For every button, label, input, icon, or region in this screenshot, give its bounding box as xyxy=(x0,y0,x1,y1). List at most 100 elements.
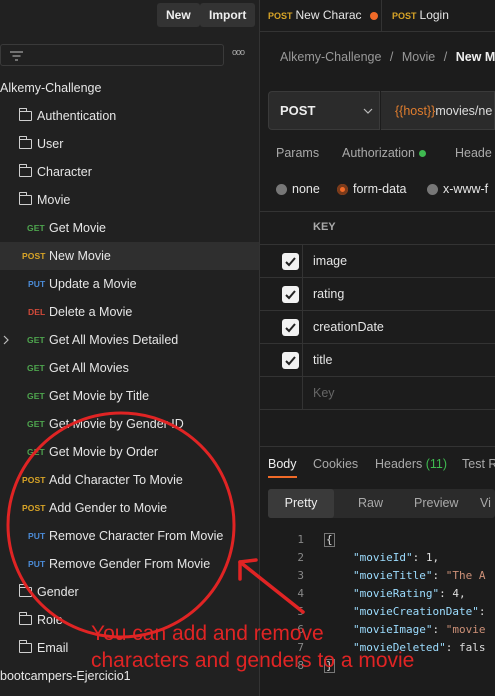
search-input[interactable] xyxy=(0,44,224,66)
method-badge: GET xyxy=(27,391,45,401)
tab-headers[interactable]: Heade xyxy=(455,146,492,160)
radio-label: form-data xyxy=(353,182,407,196)
view-visualize[interactable]: Vi xyxy=(480,489,491,518)
tab-params[interactable]: Params xyxy=(276,146,319,160)
tab-new-character[interactable]: POST New Charac xyxy=(268,0,378,31)
folder-movie[interactable]: Movie xyxy=(0,186,259,214)
folder-label: Role xyxy=(37,613,63,627)
method-badge: PUT xyxy=(28,531,46,541)
breadcrumb-collection[interactable]: Alkemy-Challenge xyxy=(280,50,381,64)
checkbox-checked[interactable] xyxy=(282,253,299,270)
view-raw[interactable]: Raw xyxy=(358,489,383,518)
checkbox-checked[interactable] xyxy=(282,319,299,336)
tab-authorization[interactable]: Authorization xyxy=(342,146,426,160)
request-label: Get All Movies xyxy=(49,361,129,375)
collection-alkemy-challenge[interactable]: Alkemy-Challenge xyxy=(0,74,259,102)
request-label: Add Gender to Movie xyxy=(49,501,168,515)
breadcrumb-separator: / xyxy=(443,50,448,64)
folder-gender[interactable]: Gender xyxy=(0,578,259,606)
checkbox-checked[interactable] xyxy=(282,352,299,369)
request-get-movie-by-title[interactable]: GET Get Movie by Title xyxy=(0,382,259,410)
request-update-movie[interactable]: PUT Update a Movie xyxy=(0,270,259,298)
request-label: Add Character To Movie xyxy=(49,473,183,487)
chevron-down-icon xyxy=(363,102,373,125)
request-label: Update a Movie xyxy=(49,277,137,291)
method-badge: POST xyxy=(22,503,46,513)
folder-label: Authentication xyxy=(37,109,117,123)
code-line: 3 "movieTitle": "The A xyxy=(297,569,486,582)
request-new-movie[interactable]: POST New Movie xyxy=(0,242,259,270)
sidebar: New Import ooo Alkemy-Challenge Authenti… xyxy=(0,0,260,696)
method-badge: POST xyxy=(22,251,46,261)
request-remove-character-from-movie[interactable]: PUT Remove Character From Movie xyxy=(0,522,259,550)
request-label: New Movie xyxy=(49,249,111,263)
request-get-all-movies-detailed[interactable]: GET Get All Movies Detailed xyxy=(0,326,259,354)
method-select[interactable]: POST xyxy=(268,91,380,130)
request-get-movie[interactable]: GET Get Movie xyxy=(0,214,259,242)
breadcrumb-request: New M xyxy=(455,50,495,64)
folder-icon xyxy=(18,640,32,653)
form-row: image xyxy=(260,245,495,277)
tab-cookies[interactable]: Cookies xyxy=(313,457,358,471)
method-badge: GET xyxy=(27,335,45,345)
folder-character[interactable]: Character xyxy=(0,158,259,186)
folder-icon xyxy=(18,164,32,177)
folder-authentication[interactable]: Authentication xyxy=(0,102,259,130)
radio-x-www-form[interactable]: x-www-f xyxy=(427,182,488,196)
folder-icon xyxy=(18,612,32,625)
request-get-movie-by-order[interactable]: GET Get Movie by Order xyxy=(0,438,259,466)
import-button[interactable]: Import xyxy=(200,3,256,27)
headers-count: (11) xyxy=(425,457,448,471)
tab-label: New Charac xyxy=(295,8,362,22)
request-remove-gender-from-movie[interactable]: PUT Remove Gender From Movie xyxy=(0,550,259,578)
request-add-character-to-movie[interactable]: POST Add Character To Movie xyxy=(0,466,259,494)
view-pretty[interactable]: Pretty xyxy=(268,489,334,518)
request-label: Get Movie by Title xyxy=(49,389,150,403)
tab-login[interactable]: POST Login xyxy=(392,0,449,31)
collection-name: Alkemy-Challenge xyxy=(0,81,102,95)
method-badge: PUT xyxy=(28,279,46,289)
folder-icon xyxy=(18,108,32,121)
more-options-icon[interactable]: ooo xyxy=(232,47,245,57)
breadcrumb-folder[interactable]: Movie xyxy=(402,50,435,64)
request-get-all-movies[interactable]: GET Get All Movies xyxy=(0,354,259,382)
folder-user[interactable]: User xyxy=(0,130,259,158)
form-key[interactable]: creationDate xyxy=(313,320,384,334)
code-line: 5 "movieCreationDate": xyxy=(297,605,486,618)
breadcrumb-separator: / xyxy=(389,50,394,64)
code-line: 4 "movieRating": 4, xyxy=(297,587,466,600)
radio-none[interactable]: none xyxy=(276,182,320,196)
form-row-empty: Key xyxy=(260,377,495,409)
tab-test-results[interactable]: Test R xyxy=(462,457,495,471)
annotation-line-2: characters and genders to a movie xyxy=(91,649,415,672)
url-input[interactable]: {{host}}movies/ne xyxy=(381,91,495,130)
view-preview[interactable]: Preview xyxy=(414,489,458,518)
method-badge: GET xyxy=(27,363,45,373)
form-row: rating xyxy=(260,278,495,310)
tab-body[interactable]: Body xyxy=(268,457,297,471)
method-badge: GET xyxy=(27,447,45,457)
request-delete-movie[interactable]: DEL Delete a Movie xyxy=(0,298,259,326)
breadcrumb: Alkemy-Challenge / Movie / New M xyxy=(280,50,495,64)
filter-icon[interactable] xyxy=(10,49,23,67)
folder-open-icon xyxy=(18,192,32,205)
method-value: POST xyxy=(280,103,316,118)
checkbox-checked[interactable] xyxy=(282,286,299,303)
form-key[interactable]: title xyxy=(313,353,332,367)
request-tabs: Params Authorization Heade xyxy=(260,146,495,166)
key-placeholder[interactable]: Key xyxy=(313,386,335,400)
method-badge: DEL xyxy=(28,307,46,317)
request-add-gender-to-movie[interactable]: POST Add Gender to Movie xyxy=(0,494,259,522)
status-dot-icon xyxy=(418,150,426,158)
form-key[interactable]: rating xyxy=(313,287,344,301)
request-get-movie-by-gender-id[interactable]: GET Get Movie by Gender ID xyxy=(0,410,259,438)
folder-label: Character xyxy=(37,165,92,179)
form-row: creationDate xyxy=(260,311,495,343)
code-line: 1{ xyxy=(297,533,335,547)
new-button[interactable]: New xyxy=(157,3,200,27)
tab-headers-response[interactable]: Headers (11) xyxy=(375,457,447,471)
radio-label: none xyxy=(292,182,320,196)
radio-form-data[interactable]: form-data xyxy=(337,182,407,196)
form-key[interactable]: image xyxy=(313,254,347,268)
view-mode-bar: Pretty Raw Preview Vi xyxy=(268,489,495,518)
